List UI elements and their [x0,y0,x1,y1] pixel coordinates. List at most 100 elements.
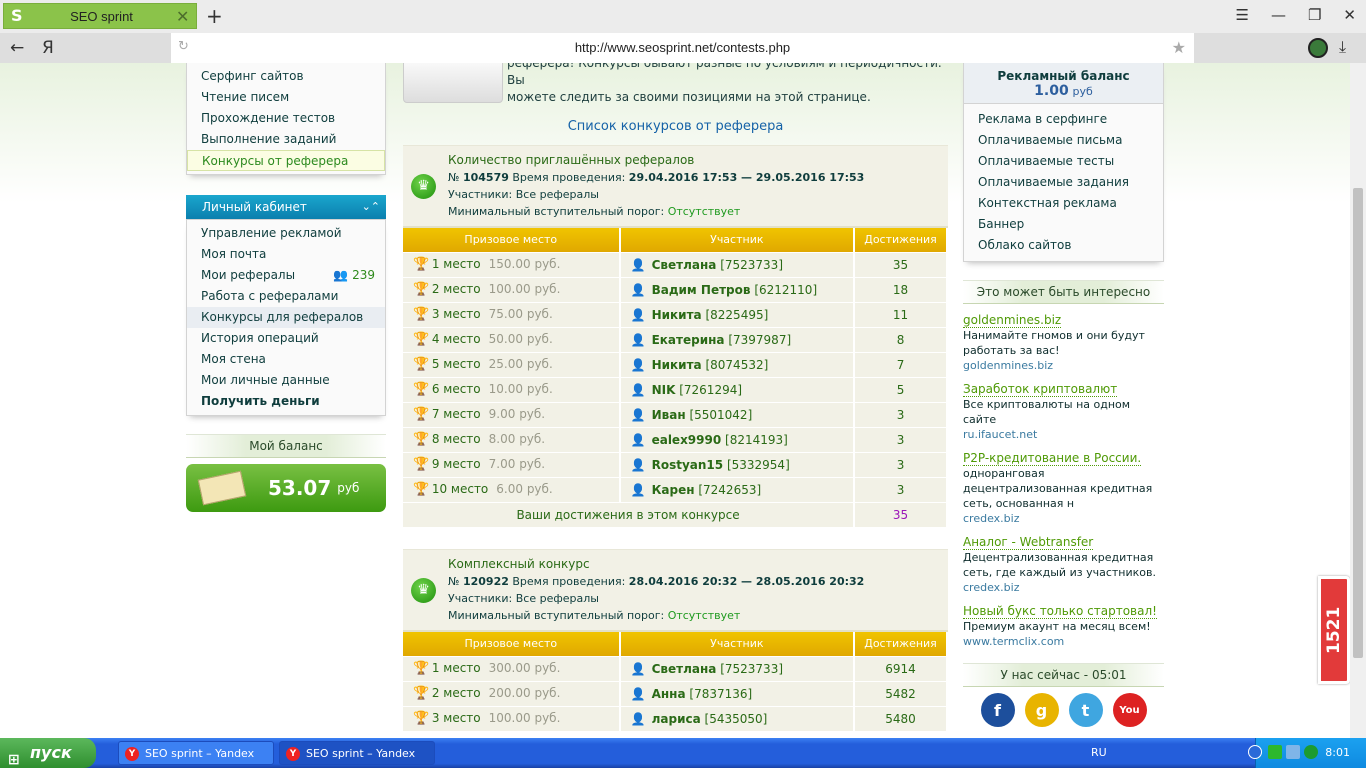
ad-menu-item[interactable]: Оплачиваемые письма [964,130,1163,151]
participants-line: Участники: Все рефералы [448,590,864,607]
cabinet-menu-item[interactable]: История операций [187,328,385,349]
cabinet-menu-item[interactable]: Мои рефералы 👥 239 [187,265,385,286]
ad-site-link[interactable]: ru.ifaucet.net [963,427,1164,442]
work-menu-item[interactable]: Выполнение заданий [187,129,385,150]
ad-title-link[interactable]: Заработок криптовалют [963,382,1118,397]
participant-name[interactable]: Светлана [652,662,717,676]
globe-icon[interactable] [1308,38,1328,58]
cabinet-menu-item[interactable]: Работа с рефералами [187,286,385,307]
place-label: 1 место [431,257,481,271]
user-icon: 👤 [630,661,646,676]
participant-name[interactable]: Светлана [652,258,717,272]
start-button[interactable]: ⊞ пуск [0,738,96,768]
new-tab-button[interactable]: + [206,4,223,28]
ad-site-link[interactable]: credex.biz [963,580,1164,595]
ad-menu-item[interactable]: Оплачиваемые задания [964,172,1163,193]
ad-title-link[interactable]: P2P-кредитование в России. [963,451,1142,466]
ad-site-link[interactable]: goldenmines.biz [963,358,1164,373]
participant-name[interactable]: Анна [652,687,686,701]
yandex-button[interactable]: Я [42,38,54,58]
ad-menu-item[interactable]: Реклама в серфинге [964,109,1163,130]
prize-place-cell: 🏆 1 место 150.00 руб. [403,251,621,277]
participant-name[interactable]: Никита [652,308,702,322]
language-indicator[interactable]: RU [1091,746,1107,759]
taskbar-item[interactable]: Y SEO sprint – Yandex [118,741,274,765]
utorrent-icon[interactable] [1304,745,1318,759]
cabinet-menu-item[interactable]: Управление рекламой [187,223,385,244]
bookmark-star-icon[interactable]: ★ [1172,38,1186,57]
taskbar-item[interactable]: Y SEO sprint – Yandex [279,741,435,765]
download-icon[interactable]: ⤓ [1339,37,1346,57]
participant-name[interactable]: лариса [652,712,701,726]
contest-block: ♛ Комплексный конкурс № 120922 Время прове… [403,549,948,731]
participant-name[interactable]: Карен [652,483,695,497]
google-icon[interactable]: g [1024,693,1059,727]
cabinet-menu-item[interactable]: Конкурсы для рефералов [187,307,385,328]
work-menu-item[interactable]: Конкурсы от реферера [187,150,385,171]
participant-name[interactable]: Rostyan15 [652,458,724,472]
scrollbar-thumb[interactable] [1353,188,1363,658]
work-menu-item[interactable]: Серфинг сайтов [187,66,385,87]
achievement-value: 35 [854,251,948,277]
ad-menu-item[interactable]: Баннер [964,214,1163,235]
time-label: Время проведения: [512,171,626,184]
balance-button[interactable]: 53.07 руб [186,464,386,512]
counter-widget[interactable]: 1521 [1318,576,1350,684]
participant-name[interactable]: NIK [652,383,676,397]
cabinet-menu-item[interactable]: Получить деньги [187,391,385,412]
work-menu-item[interactable]: Прохождение тестов [187,108,385,129]
participant-cell: 👤 Екатерина [7397987] [619,326,856,352]
ad-title-link[interactable]: goldenmines.biz [963,313,1062,328]
taskbar: ⊞ пуск Y SEO sprint – Yandex Y SEO sprint –… [0,738,1366,768]
contest-header: ♛ Количество приглашённых рефералов № 1045… [403,146,948,228]
results-table: Призовое место Участник Достижения 🏆 1 мест… [403,228,948,527]
browser-tab[interactable]: S SEO sprint ✕ [3,3,197,29]
cabinet-menu-item[interactable]: Моя почта [187,244,385,265]
cabinet-menu-item[interactable]: Мои личные данные [187,370,385,391]
contest-title: Количество приглашённых рефералов [448,153,695,167]
network-icon[interactable] [1286,745,1300,759]
table-row: 🏆 1 место 300.00 руб. 👤 Светлана [7523733] 6… [403,655,948,681]
participant-cell: 👤 Светлана [7523733] [619,251,856,277]
ad-title-link[interactable]: Новый букс только стартовал! [963,604,1157,619]
back-button[interactable]: ← [10,38,24,58]
facebook-icon[interactable]: f [980,693,1015,727]
twitter-icon[interactable]: t [1068,693,1103,727]
menu-icon[interactable]: ☰ [1236,6,1249,24]
close-tab-icon[interactable]: ✕ [176,7,196,26]
url-field[interactable]: ↻ http://www.seosprint.net/contests.php … [171,33,1194,63]
threshold-value: Отсутствует [667,609,741,622]
right-sidebar: Рекламный баланс 1.00 руб Реклама в серф… [963,63,1164,727]
cabinet-header[interactable]: Личный кабинет ⌄⌃ [186,195,386,219]
participant-name[interactable]: Екатерина [652,333,725,347]
ad-site-link[interactable]: credex.biz [963,511,1164,526]
participant-name[interactable]: Никита [652,358,702,372]
place-label: 3 место [431,711,481,726]
ad-item: Аналог - Webtransfer Децентрализованная к… [963,535,1164,595]
youtube-icon[interactable]: You [1112,693,1147,727]
ad-title-link[interactable]: Аналог - Webtransfer [963,535,1094,550]
restore-icon[interactable]: ❐ [1308,6,1321,24]
show-hidden-icons-icon[interactable] [1248,745,1262,759]
participant-name[interactable]: Вадим Петров [652,283,751,297]
ad-site-link[interactable]: www.termclix.com [963,634,1164,649]
cabinet-menu-item[interactable]: Моя стена [187,349,385,370]
url-text[interactable]: http://www.seosprint.net/contests.php [171,40,1194,55]
tray-app-icon[interactable] [1268,745,1282,759]
ad-menu-item[interactable]: Контекстная реклама [964,193,1163,214]
achievement-value: 6914 [854,655,948,681]
interesting-title: Это может быть интересно [963,280,1164,304]
work-menu-item[interactable]: Чтение писем [187,87,385,108]
participant-name[interactable]: ealex9990 [652,433,722,447]
ad-menu-item[interactable]: Облако сайтов [964,235,1163,256]
participant-name[interactable]: Иван [652,408,686,422]
achievement-value: 3 [854,426,948,452]
participant-cell: 👤 Никита [8225495] [619,301,856,327]
collapse-chevron-icon[interactable]: ⌄⌃ [362,195,380,219]
prize-amount: 100.00 руб. [488,282,561,296]
minimize-icon[interactable]: — [1271,6,1286,24]
task-label: SEO sprint – Yandex [306,747,416,760]
ad-menu-item[interactable]: Оплачиваемые тесты [964,151,1163,172]
close-window-icon[interactable]: ✕ [1343,6,1356,24]
vertical-scrollbar[interactable] [1350,63,1366,738]
